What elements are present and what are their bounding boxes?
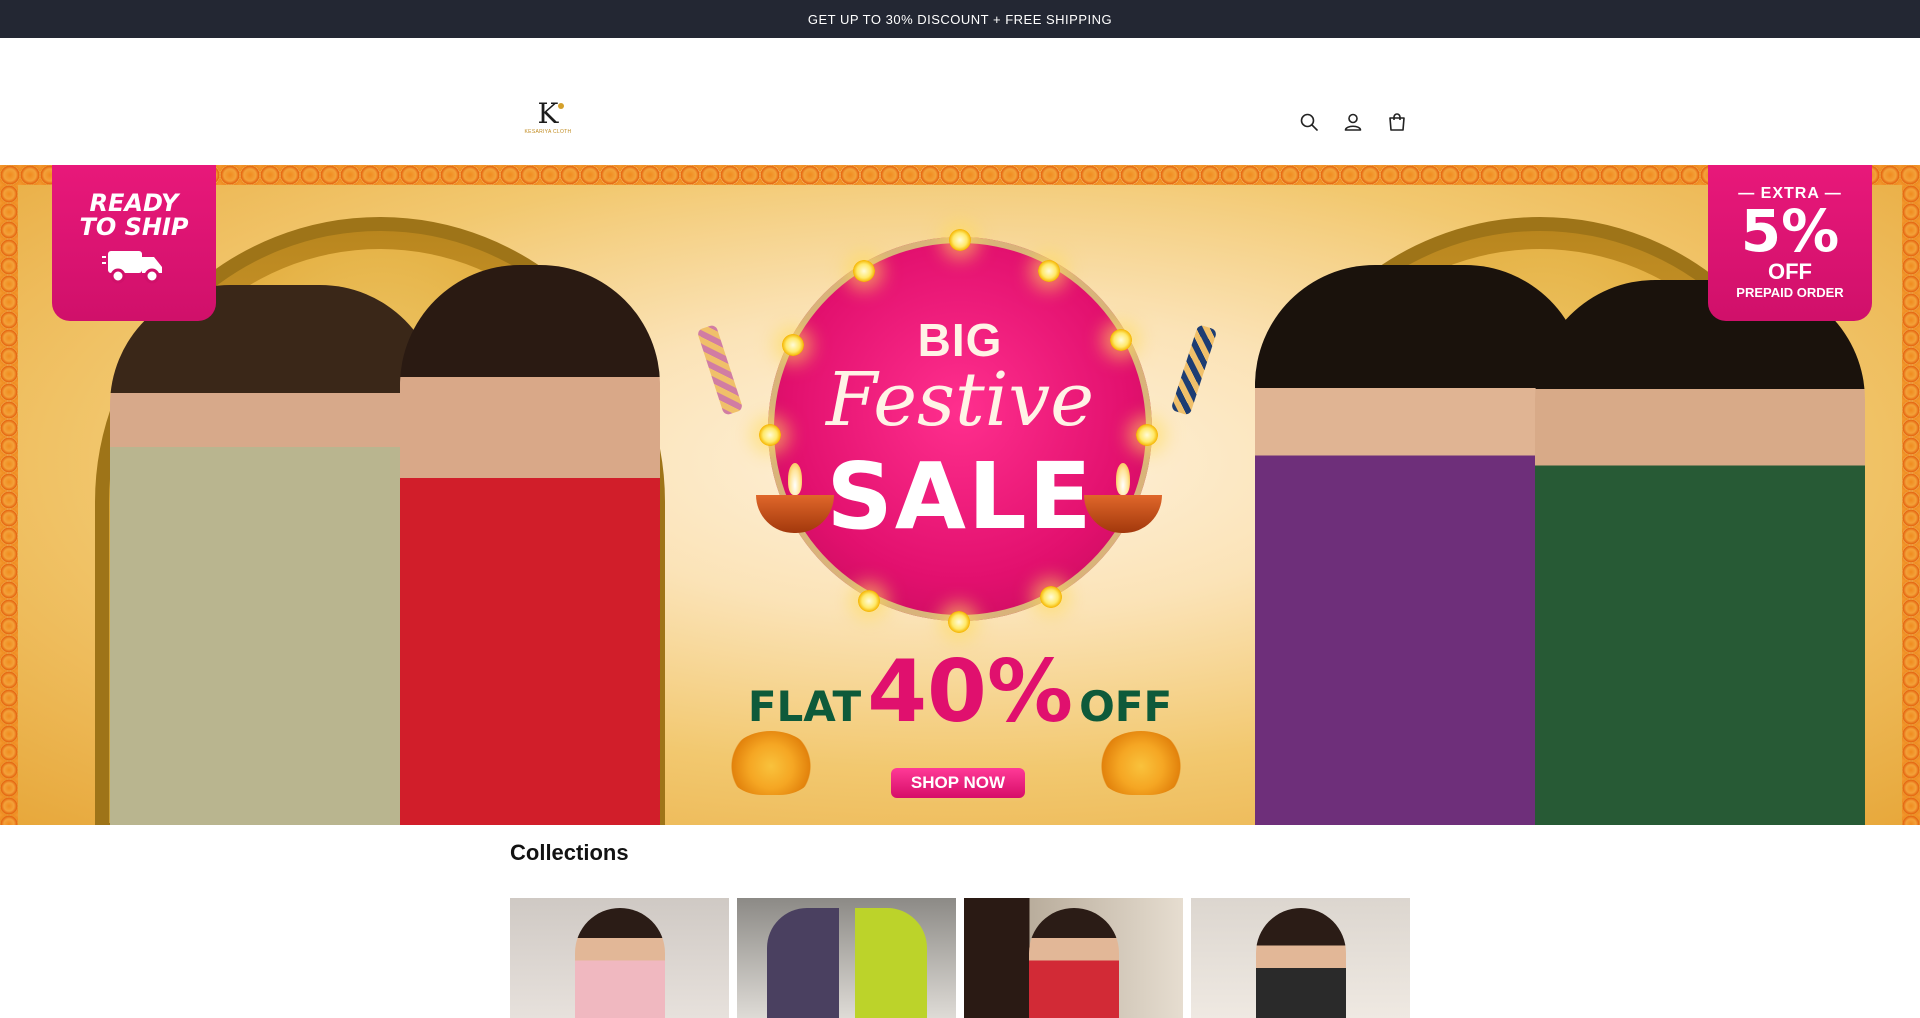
discount-percent: 40%: [867, 642, 1074, 742]
light-bulb-icon: [948, 611, 970, 633]
light-bulb-icon: [1040, 586, 1062, 608]
model-green-lehenga: [1535, 280, 1865, 825]
festive-text: Festive: [825, 357, 1095, 443]
collection-image: [766, 908, 927, 1018]
firecracker-rocket-icon: [696, 324, 744, 416]
diya-flame-icon: [1116, 463, 1130, 495]
flat-text: FLAT: [747, 682, 862, 731]
marigold-garland-left: [0, 185, 18, 825]
ready-to-ship-badge: READY TO SHIP: [52, 165, 216, 321]
diya-flame-icon: [788, 463, 802, 495]
model-red-saree: [400, 265, 660, 825]
collection-card[interactable]: [964, 898, 1183, 1018]
collections-grid: [510, 898, 1410, 1018]
collection-image: [1028, 908, 1119, 1018]
store-logo[interactable]: K KESARIYA CLOTH: [524, 94, 572, 142]
marigold-flower-icon: [1098, 731, 1184, 795]
discount-headline: FLAT 40% OFF: [748, 642, 1172, 742]
announcement-bar: GET UP TO 30% DISCOUNT + FREE SHIPPING: [0, 0, 1920, 38]
light-bulb-icon: [949, 229, 971, 251]
truck-icon: [52, 245, 216, 294]
collection-card[interactable]: [737, 898, 956, 1018]
badge-prepaid: PREPAID ORDER: [1736, 285, 1844, 300]
cart-icon[interactable]: [1386, 111, 1408, 133]
search-icon[interactable]: [1298, 111, 1320, 133]
hero-banner[interactable]: READY TO SHIP — EXTRA — 5% OFF PREPAID O…: [0, 165, 1920, 825]
collection-card[interactable]: [1191, 898, 1410, 1018]
light-bulb-icon: [1038, 260, 1060, 282]
marigold-garland: [0, 165, 1920, 185]
firecracker-rocket-icon: [1170, 324, 1218, 416]
collection-image: [574, 908, 665, 1018]
marigold-flower-icon: [728, 731, 814, 795]
badge-line-1: READY: [89, 189, 179, 217]
header-icons: [1298, 111, 1408, 133]
model-sage-lehenga: [110, 285, 440, 825]
badge-off: OFF: [1768, 259, 1812, 284]
light-bulb-icon: [858, 590, 880, 612]
badge-line-2: TO SHIP: [79, 213, 189, 241]
collection-image: [1255, 908, 1346, 1018]
light-bulb-icon: [853, 260, 875, 282]
off-text: OFF: [1079, 682, 1173, 731]
badge-percent: 5%: [1740, 197, 1840, 265]
marigold-garland-right: [1902, 185, 1920, 825]
account-icon[interactable]: [1342, 111, 1364, 133]
collection-card[interactable]: [510, 898, 729, 1018]
shop-now-button[interactable]: SHOP NOW: [891, 768, 1025, 798]
extra-off-badge: — EXTRA — 5% OFF PREPAID ORDER: [1708, 165, 1872, 321]
announcement-text: GET UP TO 30% DISCOUNT + FREE SHIPPING: [807, 11, 1113, 27]
logo-monogram: K: [538, 100, 565, 128]
collections-heading: Collections: [510, 840, 629, 865]
site-header: K KESARIYA CLOTH: [0, 38, 1920, 165]
